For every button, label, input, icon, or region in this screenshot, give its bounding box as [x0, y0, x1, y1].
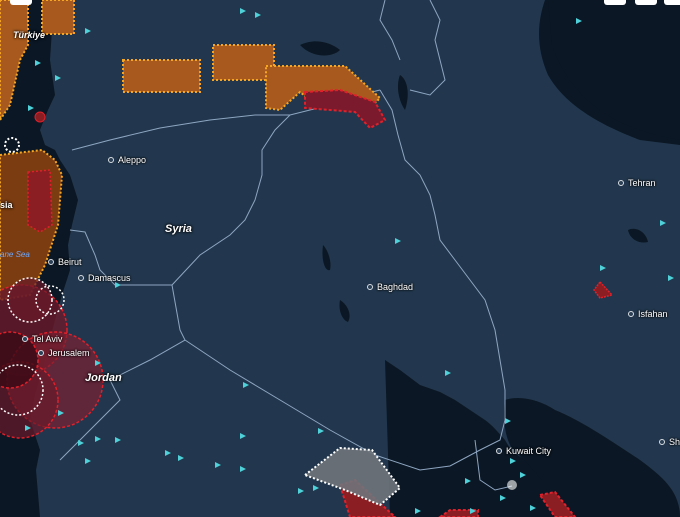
city-dot-icon	[78, 275, 84, 281]
city-dot-icon	[367, 284, 373, 290]
city-aleppo[interactable]: Aleppo	[108, 155, 146, 165]
city-jerusalem[interactable]: Jerusalem	[38, 348, 90, 358]
map-control-button[interactable]	[635, 0, 657, 5]
city-dot-icon	[38, 350, 44, 356]
zone-small-north[interactable]	[34, 111, 46, 123]
city-tehran[interactable]: Tehran	[618, 178, 656, 188]
city-dot-icon	[108, 157, 114, 163]
city-beirut[interactable]: Beirut	[48, 257, 82, 267]
city-dot-icon	[48, 259, 54, 265]
zone-kuwait-marker[interactable]	[507, 480, 517, 490]
map-base-layer[interactable]	[0, 0, 680, 517]
map-canvas[interactable]: Türkiye Syria Jordan sia ane Sea Aleppo …	[0, 0, 680, 517]
city-isfahan[interactable]: Isfahan	[628, 309, 668, 319]
city-shiraz[interactable]: Shi	[659, 437, 680, 447]
map-control-button[interactable]	[664, 0, 680, 5]
zone-turkiye-east[interactable]	[212, 44, 275, 81]
zone-turkiye-north[interactable]	[41, 0, 75, 35]
country-label-syria: Syria	[165, 223, 192, 235]
city-dot-icon	[659, 439, 665, 445]
sea-label-mediterranean: ane Sea	[0, 250, 30, 259]
city-baghdad[interactable]: Baghdad	[367, 282, 413, 292]
zone-israel-5[interactable]	[7, 277, 53, 323]
city-tel-aviv[interactable]: Tel Aviv	[22, 334, 62, 344]
map-control-button[interactable]	[10, 0, 32, 5]
city-kuwait-city[interactable]: Kuwait City	[496, 446, 551, 456]
city-dot-icon	[22, 336, 28, 342]
city-dot-icon	[618, 180, 624, 186]
zone-turkiye-central[interactable]	[122, 59, 201, 93]
city-damascus[interactable]: Damascus	[78, 273, 131, 283]
city-dot-icon	[496, 448, 502, 454]
zone-lebanon[interactable]	[27, 169, 53, 233]
map-control-button[interactable]	[604, 0, 626, 5]
city-dot-icon	[628, 311, 634, 317]
country-label-jordan: Jordan	[85, 372, 122, 384]
country-label-partial: sia	[0, 200, 13, 210]
country-label-turkiye: Türkiye	[13, 30, 46, 40]
